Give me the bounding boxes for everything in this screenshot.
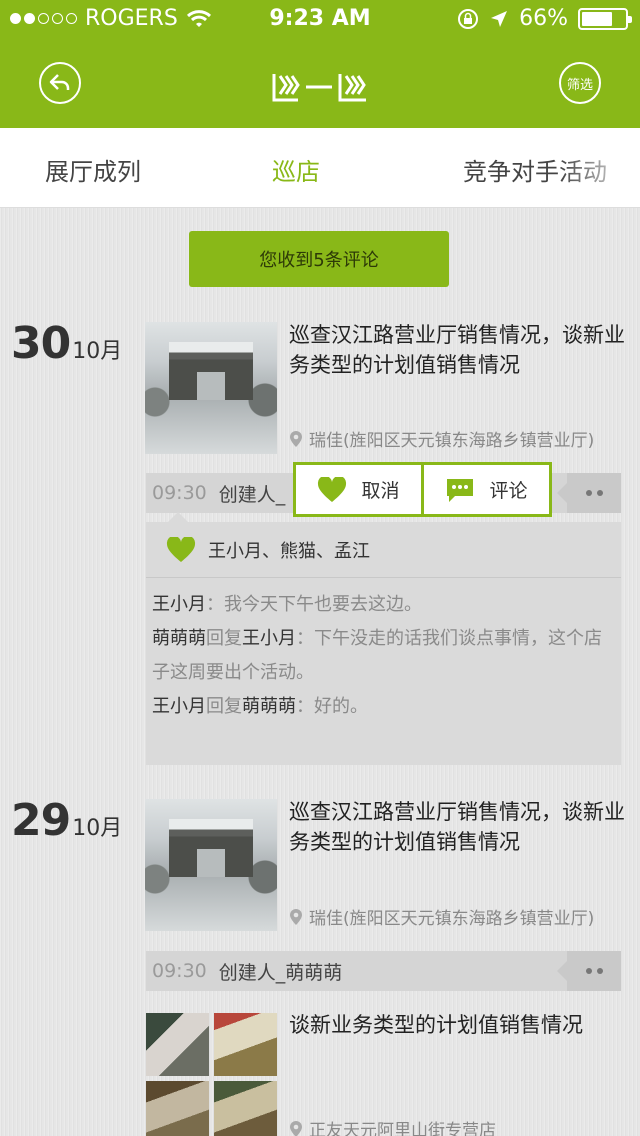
post-meta-bar: 09:30 创建人_萌萌萌 bbox=[146, 951, 621, 991]
tab-store-patrol[interactable]: 巡店 bbox=[272, 152, 320, 187]
comment-bubble-icon bbox=[447, 478, 474, 502]
post-creator: 创建人_萌萌萌 bbox=[218, 961, 343, 984]
reply-target[interactable]: 萌萌萌 bbox=[242, 696, 296, 717]
comment-text: 好的。 bbox=[314, 696, 368, 717]
heart-icon bbox=[166, 536, 196, 562]
reply-word: 回复 bbox=[206, 696, 242, 717]
comment-button[interactable]: 评论 bbox=[421, 465, 549, 514]
more-actions-button[interactable] bbox=[557, 951, 621, 991]
post-image[interactable] bbox=[214, 1081, 277, 1136]
post-title[interactable]: 谈新业务类型的计划值销售情况 bbox=[289, 1010, 629, 1040]
post-title[interactable]: 巡查汉江路营业厅销售情况，谈新业务类型的计划值销售情况 bbox=[289, 797, 629, 857]
tab-fade bbox=[560, 128, 640, 207]
comment-separator: ： bbox=[296, 628, 314, 649]
post-location: 正友天元阿里山街专营店 bbox=[289, 1116, 496, 1136]
location-text: 瑞佳(旌阳区天元镇东海路乡镇营业厅) bbox=[309, 909, 595, 929]
date-month: 10月 bbox=[72, 339, 123, 364]
heart-icon bbox=[318, 476, 347, 502]
location-arrow-icon bbox=[491, 10, 508, 27]
post-location: 瑞佳(旌阳区天元镇东海路乡镇营业厅) bbox=[289, 904, 594, 929]
post-thumbnail[interactable] bbox=[145, 322, 277, 454]
filter-button[interactable]: 筛选 bbox=[559, 62, 601, 104]
comment-text: 我今天下午也要去这边。 bbox=[224, 594, 422, 615]
post-image[interactable] bbox=[214, 1013, 277, 1076]
date-day: 30 bbox=[11, 318, 71, 369]
location-pin-icon bbox=[290, 908, 302, 925]
date-day: 29 bbox=[11, 795, 71, 846]
comment-label: 评论 bbox=[489, 480, 528, 502]
comment-item[interactable]: 王小月：我今天下午也要去这边。 bbox=[152, 588, 615, 622]
comment-separator: ： bbox=[296, 696, 314, 717]
post-image[interactable] bbox=[146, 1013, 209, 1076]
post-time: 09:30 bbox=[152, 482, 207, 504]
comment-separator: ： bbox=[206, 594, 224, 615]
reply-word: 回复 bbox=[206, 628, 242, 649]
comment-panel: 王小月、熊猫、孟江 王小月：我今天下午也要去这边。 萌萌萌回复王小月：下午没走的… bbox=[146, 512, 621, 765]
post-location: 瑞佳(旌阳区天元镇东海路乡镇营业厅) bbox=[289, 426, 594, 451]
post-time: 09:30 bbox=[152, 960, 207, 982]
likes-names: 王小月、熊猫、孟江 bbox=[208, 540, 370, 562]
back-arrow-icon bbox=[49, 74, 70, 90]
post-thumbnail[interactable] bbox=[145, 799, 277, 931]
status-bar: ROGERS 9:23 AM 66% bbox=[0, 0, 640, 40]
app-logo bbox=[272, 74, 366, 102]
status-right: 66% bbox=[457, 6, 632, 31]
date-month: 10月 bbox=[72, 816, 123, 841]
back-button[interactable] bbox=[39, 62, 81, 104]
more-actions-button[interactable] bbox=[557, 473, 621, 513]
post-date: 30 10月 bbox=[11, 318, 122, 369]
comment-author[interactable]: 王小月 bbox=[152, 696, 206, 717]
comment-author[interactable]: 萌萌萌 bbox=[152, 628, 206, 649]
post-image[interactable] bbox=[146, 1081, 209, 1136]
post-creator: 创建人_ bbox=[218, 483, 286, 506]
reply-target[interactable]: 王小月 bbox=[242, 628, 296, 649]
post-date: 29 10月 bbox=[11, 795, 122, 846]
location-pin-icon bbox=[290, 1120, 302, 1136]
comment-author[interactable]: 王小月 bbox=[152, 594, 206, 615]
post-title[interactable]: 巡查汉江路营业厅销售情况，谈新业务类型的计划值销售情况 bbox=[289, 320, 629, 380]
navigation-bar: 筛选 bbox=[0, 40, 640, 128]
battery-icon bbox=[578, 7, 632, 30]
comment-notification-button[interactable]: 您收到5条评论 bbox=[189, 231, 449, 287]
rotation-lock-icon bbox=[458, 8, 479, 29]
location-text: 正友天元阿里山街专营店 bbox=[309, 1121, 496, 1136]
battery-percent: 66% bbox=[519, 6, 568, 31]
action-popup: 取消 评论 bbox=[293, 462, 552, 517]
comment-item[interactable]: 萌萌萌回复王小月：下午没走的话我们谈点事情，这个店子这周要出个活动。 bbox=[152, 622, 615, 690]
post-image-grid[interactable] bbox=[146, 1013, 278, 1136]
location-pin-icon bbox=[290, 430, 302, 447]
location-text: 瑞佳(旌阳区天元镇东海路乡镇营业厅) bbox=[309, 431, 595, 451]
tab-bar: 展厅成列 巡店 竞争对手活动 bbox=[0, 128, 640, 208]
tab-showroom[interactable]: 展厅成列 bbox=[45, 152, 141, 187]
cancel-label: 取消 bbox=[361, 480, 400, 502]
likes-row: 王小月、熊猫、孟江 bbox=[146, 522, 621, 578]
comment-item[interactable]: 王小月回复萌萌萌：好的。 bbox=[152, 690, 615, 724]
comment-list: 王小月：我今天下午也要去这边。 萌萌萌回复王小月：下午没走的话我们谈点事情，这个… bbox=[146, 578, 621, 724]
like-cancel-button[interactable]: 取消 bbox=[296, 465, 421, 514]
